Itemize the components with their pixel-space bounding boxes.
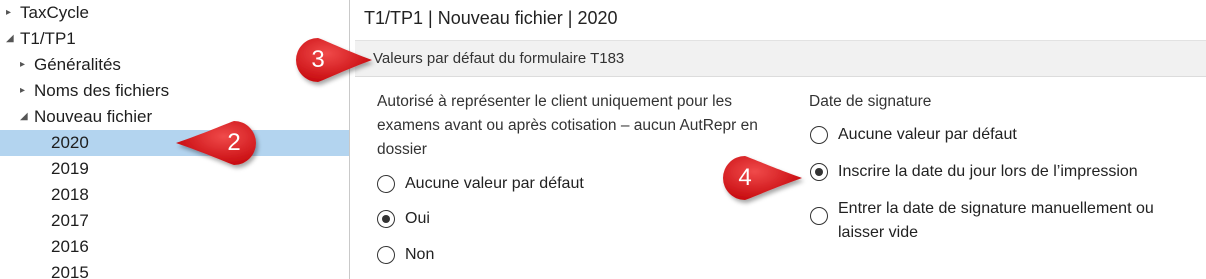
radio-circle[interactable] — [377, 246, 395, 264]
radio-label: Aucune valeur par défaut — [405, 175, 584, 192]
radio-label: Aucune valeur par défaut — [838, 126, 1017, 143]
signature-date-group-label: Date de signature — [809, 93, 932, 110]
tree-item-noms-des-fichiers[interactable]: ▸ Noms des fichiers — [20, 78, 169, 104]
callout-number: 2 — [227, 129, 241, 156]
radio-label: Inscrire la date du jour lors de l’impre… — [838, 163, 1138, 180]
radio-label: Oui — [405, 210, 430, 227]
tree-item-label: TaxCycle — [20, 3, 89, 22]
tree-item-taxcycle[interactable]: ▸ TaxCycle — [6, 0, 89, 26]
page-title: T1/TP1 | Nouveau fichier | 2020 — [364, 8, 618, 28]
tree-item-2016[interactable]: 2016 — [51, 234, 89, 260]
expand-arrow-icon[interactable]: ▸ — [20, 52, 34, 78]
tree-item-label: 2019 — [51, 159, 89, 178]
callout-marker-4: 4 — [722, 155, 804, 201]
tree-item-label: 2016 — [51, 237, 89, 256]
tree-item-label: T1/TP1 — [20, 29, 76, 48]
callout-marker-3: 3 — [295, 37, 375, 83]
tree-item-label: 2017 — [51, 211, 89, 230]
tree-item-label: Nouveau fichier — [34, 107, 153, 126]
expand-arrow-icon[interactable]: ▸ — [20, 78, 34, 104]
tree-item-label: 2015 — [51, 263, 89, 279]
tree-item-label: 2018 — [51, 185, 89, 204]
tree-item-2018[interactable]: 2018 — [51, 182, 89, 208]
tree-item-label: 2020 — [51, 133, 89, 152]
tree-item-label: Généralités — [34, 55, 121, 74]
radio-label: Non — [405, 246, 435, 263]
collapse-arrow-icon[interactable]: ◢ — [20, 104, 34, 130]
radio-circle[interactable] — [377, 210, 395, 228]
radio-circle[interactable] — [810, 126, 828, 144]
tree-item-2017[interactable]: 2017 — [51, 208, 89, 234]
tree-item-t1-tp1[interactable]: ◢ T1/TP1 — [6, 26, 76, 52]
tree-item-nouveau-fichier[interactable]: ◢ Nouveau fichier — [20, 104, 152, 130]
callout-marker-2: 2 — [175, 120, 257, 166]
tree-item-2015[interactable]: 2015 — [51, 260, 89, 279]
section-header: Valeurs par défaut du formulaire T183 — [355, 40, 1206, 77]
expand-arrow-icon[interactable]: ▸ — [6, 0, 20, 26]
radio-circle[interactable] — [810, 207, 828, 225]
collapse-arrow-icon[interactable]: ◢ — [6, 26, 20, 52]
radio-circle[interactable] — [810, 163, 828, 181]
tree-item-label: Noms des fichiers — [34, 81, 170, 100]
radio-circle[interactable] — [377, 175, 395, 193]
section-title: Valeurs par défaut du formulaire T183 — [373, 50, 625, 67]
tree-item-generalites[interactable]: ▸ Généralités — [20, 52, 121, 78]
authorization-group-label: Autorisé à représenter le client uniquem… — [377, 93, 758, 158]
callout-number: 4 — [738, 164, 752, 191]
tree-item-2019[interactable]: 2019 — [51, 156, 89, 182]
radio-label: Entrer la date de signature manuellement… — [838, 200, 1154, 241]
callout-number: 3 — [311, 46, 325, 73]
